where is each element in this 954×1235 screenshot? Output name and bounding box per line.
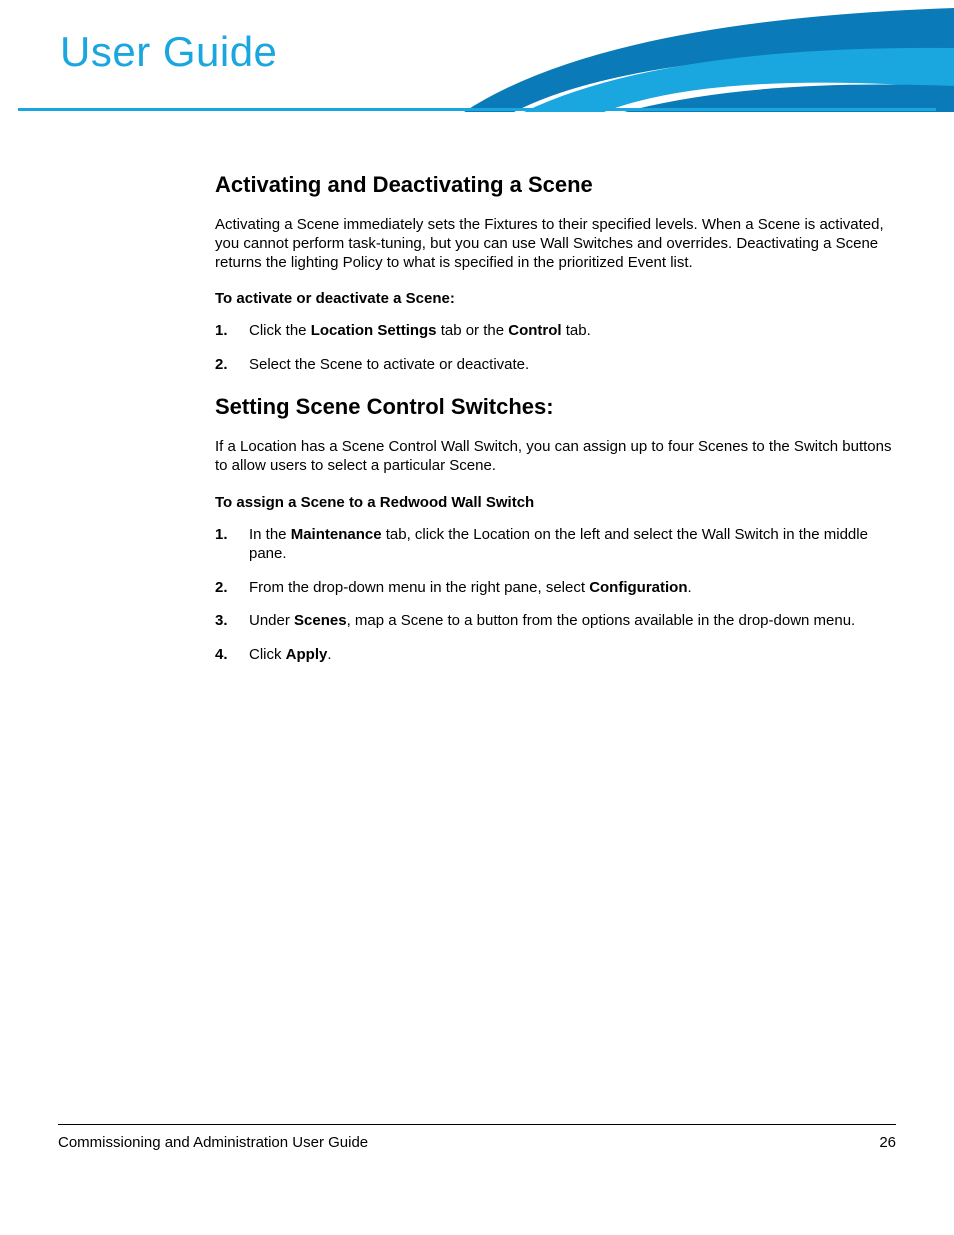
section1-steps: 1. Click the Location Settings tab or th… [215,321,905,374]
text-run: . [327,646,331,663]
step-number: 1. [215,321,241,341]
section1-subhead: To activate or deactivate a Scene: [215,290,905,307]
step: 4. Click Apply. [215,645,905,665]
step-number: 4. [215,645,241,665]
bold-run: Location Settings [311,322,437,339]
section2-steps: 1. In the Maintenance tab, click the Loc… [215,525,905,665]
step-number: 3. [215,611,241,631]
text-run: In the [249,526,291,543]
header-title: User Guide [60,28,277,76]
bold-run: Scenes [294,612,347,629]
section2-heading: Setting Scene Control Switches: [215,394,905,420]
text-run: From the drop-down menu in the right pan… [249,579,589,596]
step-text: From the drop-down menu in the right pan… [249,579,692,596]
step: 3. Under Scenes, map a Scene to a button… [215,611,905,631]
step-text: In the Maintenance tab, click the Locati… [249,526,868,563]
bold-run: Apply [286,646,328,663]
text-run: , map a Scene to a button from the optio… [347,612,856,629]
section1-intro: Activating a Scene immediately sets the … [215,216,905,272]
step-text: Click Apply. [249,646,332,663]
section2-intro: If a Location has a Scene Control Wall S… [215,438,905,476]
page-number: 26 [879,1134,896,1151]
text-run: tab or the [437,322,509,339]
step-number: 1. [215,525,241,545]
header-rule [18,108,936,111]
step-number: 2. [215,355,241,375]
header-swoosh-graphic [434,0,954,112]
bold-run: Maintenance [291,526,382,543]
text-run: tab. [562,322,591,339]
page-footer: Commissioning and Administration User Gu… [58,1134,896,1151]
page: User Guide Activating and Deactivating a… [0,0,954,1235]
text-run: Click [249,646,286,663]
section2-subhead: To assign a Scene to a Redwood Wall Swit… [215,494,905,511]
content-area: Activating and Deactivating a Scene Acti… [215,160,905,684]
step-text: Under Scenes, map a Scene to a button fr… [249,612,855,629]
step-text: Click the Location Settings tab or the C… [249,322,591,339]
page-header: User Guide [0,0,954,112]
step: 1. Click the Location Settings tab or th… [215,321,905,341]
step: 2. Select the Scene to activate or deact… [215,355,905,375]
footer-title: Commissioning and Administration User Gu… [58,1134,368,1151]
bold-run: Control [508,322,561,339]
step: 1. In the Maintenance tab, click the Loc… [215,525,905,564]
step-text: Select the Scene to activate or deactiva… [249,356,529,373]
text-run: Under [249,612,294,629]
step-number: 2. [215,578,241,598]
section1-heading: Activating and Deactivating a Scene [215,172,905,198]
footer-rule [58,1124,896,1125]
bold-run: Configuration [589,579,687,596]
text-run: Click the [249,322,311,339]
step: 2. From the drop-down menu in the right … [215,578,905,598]
text-run: . [688,579,692,596]
